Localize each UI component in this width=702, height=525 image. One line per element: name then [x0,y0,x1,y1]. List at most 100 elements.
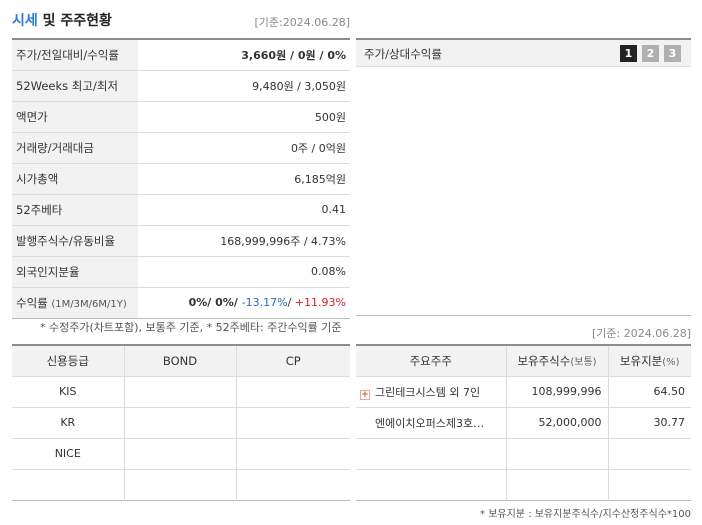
quote-value: 9,480원 / 3,050원 [138,70,350,102]
table-row: 주가/전일대비/수익률 3,660원 / 0원 / 0% [12,39,350,71]
column-header: 보유주식수(보통) [505,345,608,377]
shareholder-ratio [607,438,691,470]
table-row: KIS [12,376,350,408]
table-row: 시가총액 6,185억원 [12,163,350,195]
rating-agency [12,469,124,500]
bond-rating [123,469,236,500]
rating-agency: KIS [12,376,124,408]
section-header: 시세 및 주주현황 [기준:2024.06.28] [12,10,350,32]
cp-rating [235,438,350,470]
quote-label: 52주베타 [12,194,138,226]
return-sep: / [207,296,216,309]
shareholder-shares [505,469,608,500]
shareholder-name-text: 엔에이치오퍼스제3호… [375,416,485,430]
quote-value-price: 3,660원 / 0원 / 0% [138,39,350,71]
table-row: + 그린테크시스템 외 7인 108,999,996 64.50 [356,376,691,408]
table-header-row: 주요주주 보유주식수(보통) 보유지분(%) [356,345,691,377]
shareholder-name [356,469,506,500]
chart-tab-group: 1 2 3 [620,45,681,62]
column-header-label: 보유주식수 [517,353,571,368]
table-row [12,469,350,500]
shareholder-name[interactable]: + 그린테크시스템 외 7인 [356,376,506,408]
shareholder-ratio [607,469,691,500]
chart-tab-1[interactable]: 1 [620,45,637,62]
shareholder-shares: 52,000,000 [505,407,608,439]
return-sep: / [287,296,295,309]
base-date: [기준:2024.06.28] [254,16,350,29]
column-header: BOND [123,345,236,377]
rating-agency: KR [12,407,124,439]
quote-value: 6,185억원 [138,163,350,195]
shareholder-shares: 108,999,996 [505,376,608,408]
quote-footnote: * 수정주가(차트포함), 보통주 기준, * 52주베타: 주간수익률 기준 [40,321,342,334]
bond-rating [123,407,236,439]
quote-label: 발행주식수/유동비율 [12,225,138,257]
chart-tab-3[interactable]: 3 [664,45,681,62]
cp-rating [235,469,350,500]
quote-label: 52Weeks 최고/최저 [12,70,138,102]
credit-rating-table: 신용등급 BOND CP KIS KR NICE [12,344,350,501]
quote-value: 500원 [138,101,350,133]
table-row: 52주베타 0.41 [12,194,350,226]
return-1y: +11.93% [294,296,346,309]
shareholder-name [356,438,506,470]
quote-label: 외국인지분율 [12,256,138,288]
table-header-row: 신용등급 BOND CP [12,345,350,377]
table-row: 엔에이치오퍼스제3호… 52,000,000 30.77 [356,407,691,439]
quote-label: 시가총액 [12,163,138,195]
table-row: 액면가 500원 [12,101,350,133]
bond-rating [123,376,236,408]
column-header: 신용등급 [12,345,124,377]
shareholder-ratio: 30.77 [607,407,691,439]
column-header-unit: (보통) [570,356,597,368]
chart-panel: 주가/상대수익률 1 2 3 [356,38,691,316]
shareholder-name-text: 그린테크시스템 외 7인 [375,385,481,399]
quote-value: 168,999,996주 / 4.73% [138,225,350,257]
table-row: 52Weeks 최고/최저 9,480원 / 3,050원 [12,70,350,102]
table-row: KR [12,407,350,439]
expand-plus-icon[interactable]: + [360,389,370,400]
section-title-price: 시세 [12,13,38,29]
quote-table: 주가/전일대비/수익률 3,660원 / 0원 / 0% 52Weeks 최고/… [12,38,350,319]
shareholder-shares [505,438,608,470]
return-sep: / [233,296,242,309]
shareholder-ratio: 64.50 [607,376,691,408]
quote-label-returns: 수익률 (1M/3M/6M/1Y) [12,287,138,318]
returns-periods: (1M/3M/6M/1Y) [51,298,127,310]
cp-rating [235,376,350,408]
rating-agency: NICE [12,438,124,470]
chart-tab-2[interactable]: 2 [642,45,659,62]
section-title-holders: 및 주주현황 [37,13,112,29]
column-header: 주요주주 [356,345,506,377]
column-header: 보유지분(%) [607,345,691,377]
quote-value-returns: 0%/ 0%/ -13.17%/ +11.93% [138,287,350,318]
table-row: 수익률 (1M/3M/6M/1Y) 0%/ 0%/ -13.17%/ +11.9… [12,287,350,318]
quote-value: 0.08% [138,256,350,288]
table-row [356,469,691,500]
holders-base-date: [기준: 2024.06.28] [591,327,691,340]
cp-rating [235,407,350,439]
table-row: 거래량/거래대금 0주 / 0억원 [12,132,350,164]
quote-value: 0주 / 0억원 [138,132,350,164]
shareholder-name: 엔에이치오퍼스제3호… [356,407,506,439]
table-row: NICE [12,438,350,470]
major-shareholders-table: 주요주주 보유주식수(보통) 보유지분(%) + 그린테크시스템 외 7인 108… [356,344,691,501]
returns-label: 수익률 [16,295,48,310]
quote-value: 0.41 [138,194,350,226]
table-row: 외국인지분율 0.08% [12,256,350,288]
column-header-unit: (%) [662,356,680,368]
chart-title: 주가/상대수익률 [364,47,442,61]
chart-header: 주가/상대수익률 1 2 3 [356,40,691,67]
holders-footnote: * 보유지분 : 보유지분주식수/지수산정주식수*100 [480,509,691,520]
return-6m: -13.17% [241,296,288,309]
quote-label: 주가/전일대비/수익률 [12,39,138,71]
return-1m: 0% [188,296,208,309]
quote-label: 액면가 [12,101,138,133]
return-3m: 0% [215,296,234,309]
bond-rating [123,438,236,470]
column-header-label: 보유지분 [619,353,663,368]
table-row: 발행주식수/유동비율 168,999,996주 / 4.73% [12,225,350,257]
table-row [356,438,691,470]
quote-label: 거래량/거래대금 [12,132,138,164]
column-header: CP [235,345,350,377]
